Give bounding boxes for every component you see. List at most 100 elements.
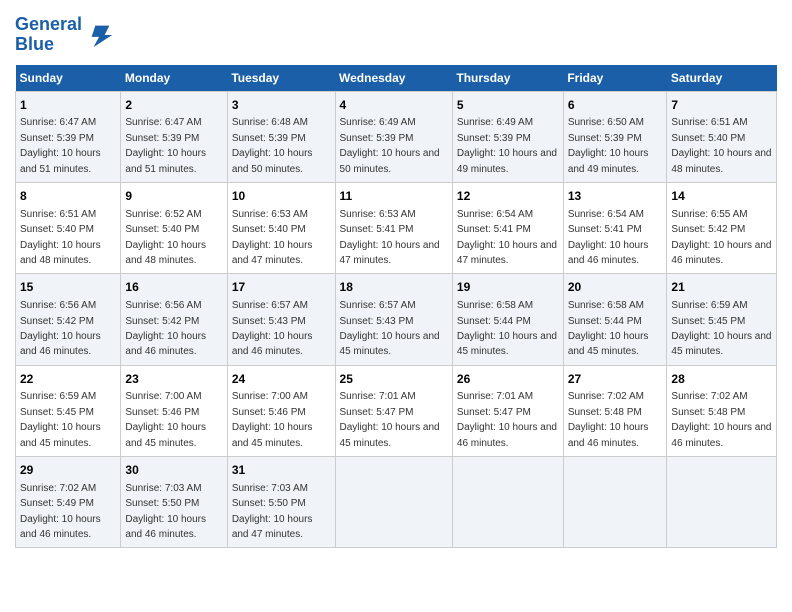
day-number: 9 (125, 188, 222, 205)
calendar-cell: 25Sunrise: 7:01 AMSunset: 5:47 PMDayligh… (335, 365, 452, 456)
day-number: 15 (20, 279, 116, 296)
calendar-cell: 15 Sunrise: 6:56 AM Sunset: 5:42 PM Dayligh… (16, 274, 121, 365)
header-day-saturday: Saturday (667, 65, 777, 92)
daylight: Daylight: 10 hours and 50 minutes. (232, 148, 313, 174)
day-number: 4 (340, 97, 448, 114)
calendar-cell: 19Sunrise: 6:58 AMSunset: 5:44 PMDayligh… (452, 274, 563, 365)
calendar-cell: 28Sunrise: 7:02 AMSunset: 5:48 PMDayligh… (667, 365, 777, 456)
sunrise: Sunrise: 7:00 AM (232, 391, 308, 402)
calendar-cell: 3Sunrise: 6:48 AMSunset: 5:39 PMDaylight… (227, 91, 335, 182)
calendar-cell: 8 Sunrise: 6:51 AM Sunset: 5:40 PM Daylight… (16, 182, 121, 273)
daylight: Daylight: 10 hours and 45 minutes. (232, 422, 313, 448)
sunset: Sunset: 5:47 PM (457, 407, 531, 418)
day-number: 14 (671, 188, 772, 205)
sunrise: Sunrise: 7:01 AM (340, 391, 416, 402)
calendar-week-3: 15 Sunrise: 6:56 AM Sunset: 5:42 PM Dayligh… (16, 274, 777, 365)
day-number: 3 (232, 97, 331, 114)
calendar-cell: 12Sunrise: 6:54 AMSunset: 5:41 PMDayligh… (452, 182, 563, 273)
daylight: Daylight: 10 hours and 49 minutes. (568, 148, 649, 174)
day-number: 1 (20, 97, 116, 114)
day-number: 11 (340, 188, 448, 205)
logo-text: GeneralBlue (15, 15, 82, 55)
sunset: Sunset: 5:42 PM (20, 316, 94, 327)
calendar-cell: 22Sunrise: 6:59 AMSunset: 5:45 PMDayligh… (16, 365, 121, 456)
sunrise: Sunrise: 7:03 AM (232, 483, 308, 494)
daylight: Daylight: 10 hours and 50 minutes. (340, 148, 440, 174)
sunset: Sunset: 5:42 PM (671, 224, 745, 235)
day-number: 8 (20, 188, 116, 205)
daylight: Daylight: 10 hours and 45 minutes. (20, 422, 101, 448)
calendar-cell: 13Sunrise: 6:54 AMSunset: 5:41 PMDayligh… (563, 182, 667, 273)
sunset: Sunset: 5:43 PM (340, 316, 414, 327)
sunrise: Sunrise: 6:48 AM (232, 117, 308, 128)
header-day-sunday: Sunday (16, 65, 121, 92)
calendar-cell: 11Sunrise: 6:53 AMSunset: 5:41 PMDayligh… (335, 182, 452, 273)
header-day-wednesday: Wednesday (335, 65, 452, 92)
sunset: Sunset: 5:40 PM (20, 224, 94, 235)
daylight: Daylight: 10 hours and 45 minutes. (340, 422, 440, 448)
daylight: Daylight: 10 hours and 45 minutes. (125, 422, 206, 448)
day-number: 22 (20, 371, 116, 388)
daylight: Daylight: 10 hours and 46 minutes. (568, 422, 649, 448)
calendar-cell: 7Sunrise: 6:51 AMSunset: 5:40 PMDaylight… (667, 91, 777, 182)
day-number: 17 (232, 279, 331, 296)
sunrise: Sunrise: 6:58 AM (568, 300, 644, 311)
daylight: Daylight: 10 hours and 47 minutes. (232, 514, 313, 540)
sunset: Sunset: 5:43 PM (232, 316, 306, 327)
header-day-monday: Monday (121, 65, 227, 92)
calendar-cell: 14Sunrise: 6:55 AMSunset: 5:42 PMDayligh… (667, 182, 777, 273)
calendar-cell: 6 Sunrise: 6:50 AM Sunset: 5:39 PM Daylight… (563, 91, 667, 182)
sunrise: Sunrise: 6:58 AM (457, 300, 533, 311)
sunset: Sunset: 5:39 PM (568, 133, 642, 144)
sunset: Sunset: 5:41 PM (340, 224, 414, 235)
sunset: Sunset: 5:47 PM (340, 407, 414, 418)
day-number: 5 (457, 97, 559, 114)
calendar-cell: 18Sunrise: 6:57 AMSunset: 5:43 PMDayligh… (335, 274, 452, 365)
calendar-cell: 26Sunrise: 7:01 AMSunset: 5:47 PMDayligh… (452, 365, 563, 456)
calendar-header: SundayMondayTuesdayWednesdayThursdayFrid… (16, 65, 777, 92)
sunset: Sunset: 5:39 PM (457, 133, 531, 144)
daylight: Daylight: 10 hours and 46 minutes. (232, 331, 313, 357)
day-number: 29 (20, 462, 116, 479)
day-number: 6 (568, 97, 663, 114)
sunset: Sunset: 5:46 PM (232, 407, 306, 418)
calendar-week-2: 8 Sunrise: 6:51 AM Sunset: 5:40 PM Daylight… (16, 182, 777, 273)
daylight: Daylight: 10 hours and 51 minutes. (125, 148, 206, 174)
sunrise: Sunrise: 6:54 AM (457, 209, 533, 220)
calendar-cell: 2Sunrise: 6:47 AMSunset: 5:39 PMDaylight… (121, 91, 227, 182)
day-number: 19 (457, 279, 559, 296)
day-number: 12 (457, 188, 559, 205)
day-number: 26 (457, 371, 559, 388)
day-number: 18 (340, 279, 448, 296)
calendar-week-4: 22Sunrise: 6:59 AMSunset: 5:45 PMDayligh… (16, 365, 777, 456)
daylight: Daylight: 10 hours and 47 minutes. (340, 240, 440, 266)
sunrise: Sunrise: 6:51 AM (20, 209, 96, 220)
calendar-week-1: 1Sunrise: 6:47 AMSunset: 5:39 PMDaylight… (16, 91, 777, 182)
page-header: GeneralBlue (15, 15, 777, 55)
sunrise: Sunrise: 6:50 AM (568, 117, 644, 128)
sunrise: Sunrise: 6:56 AM (20, 300, 96, 311)
day-number: 16 (125, 279, 222, 296)
calendar-table: SundayMondayTuesdayWednesdayThursdayFrid… (15, 65, 777, 549)
daylight: Daylight: 10 hours and 47 minutes. (232, 240, 313, 266)
sunset: Sunset: 5:41 PM (457, 224, 531, 235)
calendar-cell: 16Sunrise: 6:56 AMSunset: 5:42 PMDayligh… (121, 274, 227, 365)
day-number: 10 (232, 188, 331, 205)
calendar-cell: 23Sunrise: 7:00 AMSunset: 5:46 PMDayligh… (121, 365, 227, 456)
daylight: Daylight: 10 hours and 49 minutes. (457, 148, 557, 174)
day-number: 7 (671, 97, 772, 114)
sunset: Sunset: 5:45 PM (671, 316, 745, 327)
daylight: Daylight: 10 hours and 48 minutes. (20, 240, 101, 266)
calendar-cell: 29Sunrise: 7:02 AMSunset: 5:49 PMDayligh… (16, 457, 121, 548)
calendar-cell (452, 457, 563, 548)
sunset: Sunset: 5:44 PM (457, 316, 531, 327)
sunset: Sunset: 5:40 PM (671, 133, 745, 144)
header-day-friday: Friday (563, 65, 667, 92)
daylight: Daylight: 10 hours and 46 minutes. (20, 331, 101, 357)
sunset: Sunset: 5:45 PM (20, 407, 94, 418)
sunrise: Sunrise: 7:00 AM (125, 391, 201, 402)
sunset: Sunset: 5:50 PM (125, 498, 199, 509)
calendar-cell: 30Sunrise: 7:03 AMSunset: 5:50 PMDayligh… (121, 457, 227, 548)
day-number: 24 (232, 371, 331, 388)
calendar-cell: 31Sunrise: 7:03 AMSunset: 5:50 PMDayligh… (227, 457, 335, 548)
